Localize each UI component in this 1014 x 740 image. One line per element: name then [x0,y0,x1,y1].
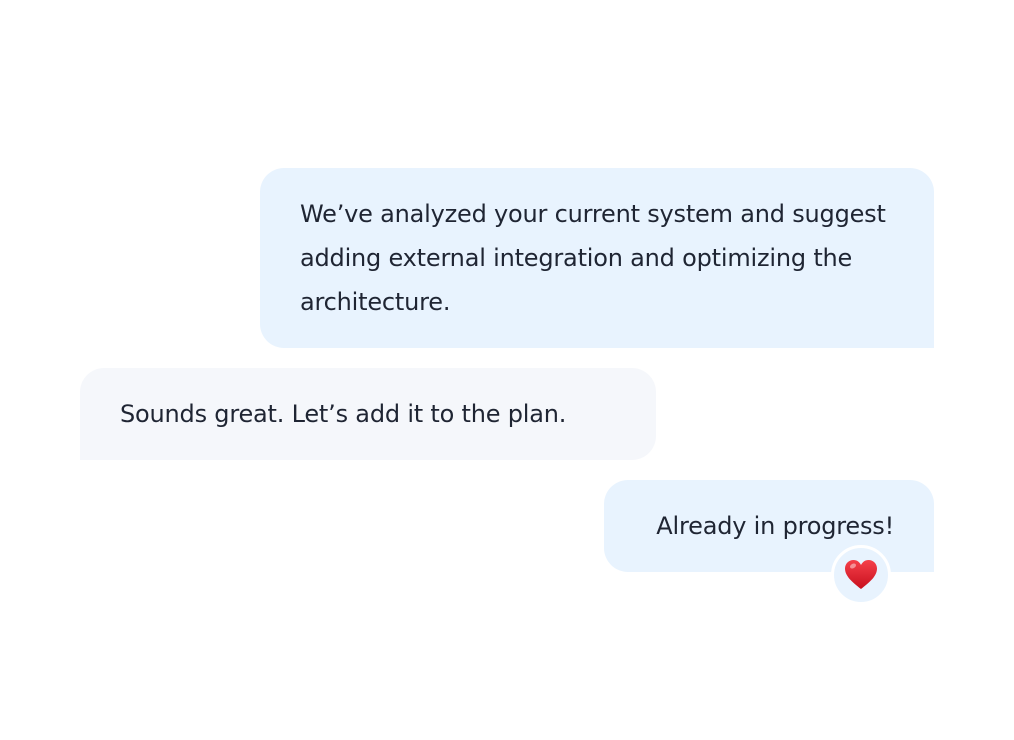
outgoing-message-bubble[interactable]: We’ve analyzed your current system and s… [260,168,934,348]
heart-icon [845,560,877,589]
message-text: We’ve analyzed your current system and s… [300,200,886,316]
message-reaction[interactable] [831,545,891,605]
message-text: Sounds great. Let’s add it to the plan. [120,400,567,428]
incoming-message-bubble[interactable]: Sounds great. Let’s add it to the plan. [80,368,656,460]
message-text: Already in progress! [656,512,894,540]
